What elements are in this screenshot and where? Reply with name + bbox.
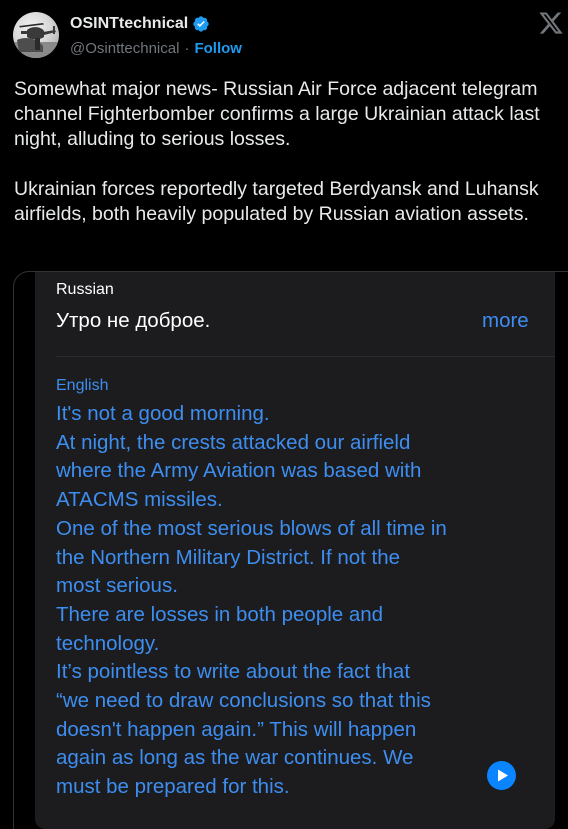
translated-line: One of the most serious blows of all tim… <box>56 516 447 540</box>
translated-line: the Northern Military District. If not t… <box>56 545 401 569</box>
translated-line: It’s pointless to write about the fact t… <box>56 660 411 684</box>
translated-line: must be prepared for this. <box>56 775 290 799</box>
more-link[interactable]: more <box>482 309 529 333</box>
author-handle-row: @Osinttechnical · Follow <box>70 40 242 57</box>
tweet-header: OSINTtechnical @Osinttechnical · Follow <box>0 0 568 70</box>
translated-line: again as long as the war continues. We <box>56 746 414 770</box>
translated-text: It's not a good morning. At night, the c… <box>56 400 526 802</box>
source-text: Утро не доброе. <box>56 309 211 332</box>
author-handle[interactable]: @Osinttechnical <box>70 40 179 57</box>
avatar-helicopter-icon <box>13 23 59 58</box>
translated-line: ATACMS missiles. <box>56 488 223 512</box>
play-icon[interactable] <box>487 761 516 790</box>
translated-line: technology. <box>56 631 160 655</box>
target-language-label: English <box>56 377 109 394</box>
x-logo-icon[interactable] <box>538 10 564 36</box>
tweet-body-text: Somewhat major news- Russian Air Force a… <box>14 78 540 225</box>
verified-badge-icon <box>192 15 210 33</box>
translated-line: There are losses in both people and <box>56 602 384 626</box>
author-avatar[interactable] <box>13 12 59 58</box>
author-display-name[interactable]: OSINTtechnical <box>70 15 188 33</box>
translated-line: It's not a good morning. <box>56 402 270 425</box>
separator-dot: · <box>184 40 190 57</box>
translation-card: Russian Утро не доброе. more English It'… <box>35 272 555 829</box>
tweet-media-image[interactable]: Russian Утро не доброе. more English It'… <box>13 271 568 829</box>
author-name-row: OSINTtechnical <box>70 13 210 35</box>
source-language-label: Russian <box>56 281 114 298</box>
card-divider <box>56 356 555 357</box>
translated-line: At night, the crests attacked our airfie… <box>56 430 411 454</box>
translated-line: most serious. <box>56 574 178 598</box>
translated-line: “we need to draw conclusions so that thi… <box>56 689 431 713</box>
translated-line: where the Army Aviation was based with <box>56 459 422 483</box>
follow-button[interactable]: Follow <box>194 40 242 57</box>
translated-line: doesn't happen again.” This will happen <box>56 717 417 741</box>
